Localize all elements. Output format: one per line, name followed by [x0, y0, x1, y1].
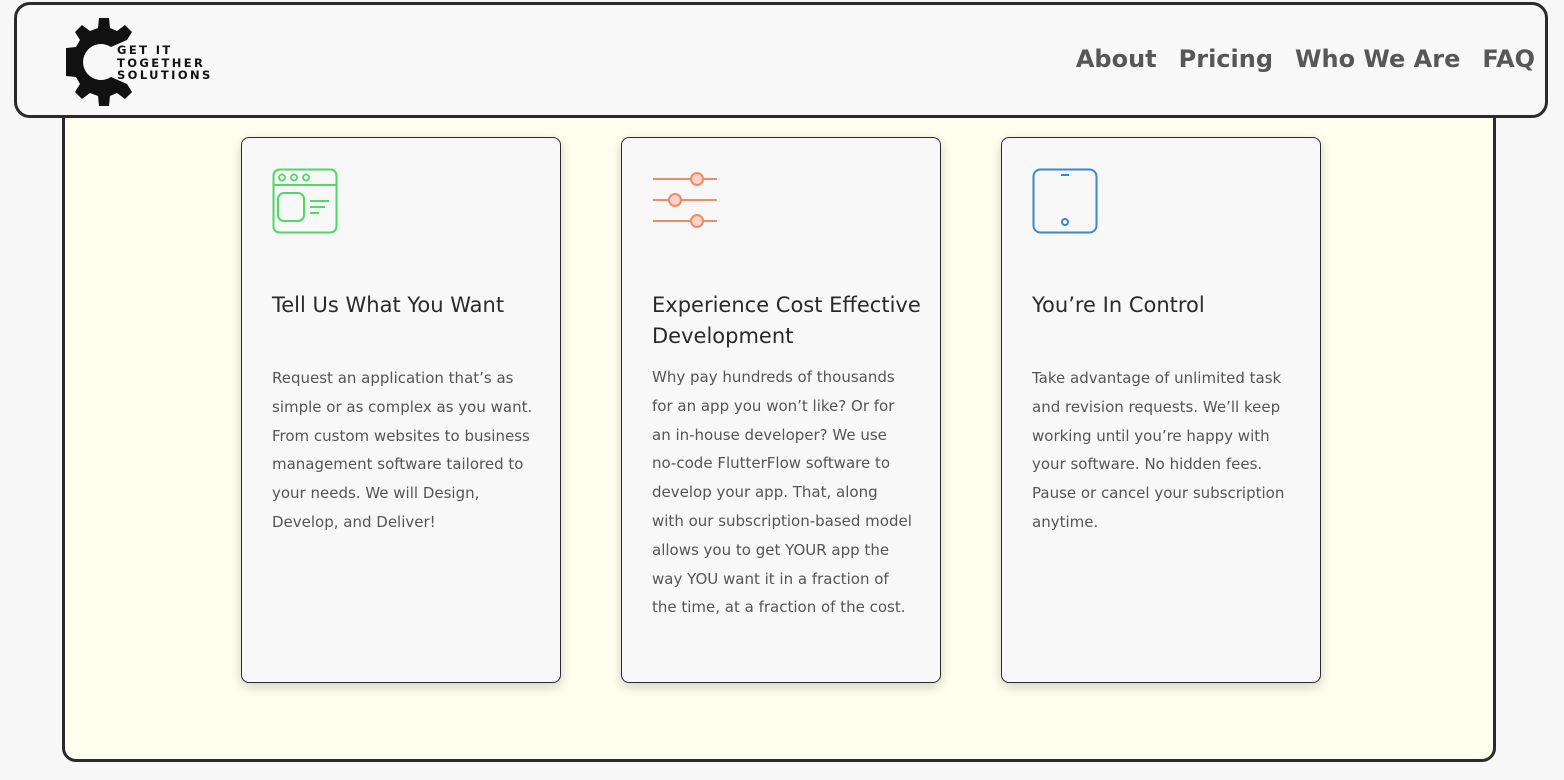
- nav-link-about[interactable]: About: [1076, 45, 1157, 73]
- logo-line: GET IT: [117, 43, 173, 57]
- main-nav: About Pricing Who We Are FAQ: [1076, 45, 1535, 73]
- feature-card-cost: Experience Cost Effective Development Wh…: [621, 137, 941, 683]
- logo-line: SOLUTIONS: [117, 68, 213, 82]
- card-description: Why pay hundreds of thousands for an app…: [652, 368, 912, 617]
- brand-wordmark: GET IT TOGETHER SOLUTIONS: [117, 44, 213, 82]
- card-title: You’re In Control: [1032, 293, 1205, 317]
- browser-window-icon: [272, 168, 338, 234]
- card-description: Take advantage of unlimited task and rev…: [1032, 369, 1285, 531]
- site-header: GET IT TOGETHER SOLUTIONS About Pricing …: [14, 2, 1548, 118]
- nav-link-pricing[interactable]: Pricing: [1179, 45, 1273, 73]
- card-title: Tell Us What You Want: [272, 293, 505, 317]
- card-description: Request an application that’s as simple …: [272, 369, 533, 531]
- tablet-icon: [1032, 168, 1098, 234]
- sliders-icon: [653, 172, 717, 228]
- feature-card-request: Tell Us What You Want Request an applica…: [241, 137, 561, 683]
- feature-card-control: You’re In Control Take advantage of unli…: [1001, 137, 1321, 683]
- card-title: Experience Cost Effective Development: [652, 293, 921, 348]
- brand-logo[interactable]: GET IT TOGETHER SOLUTIONS: [59, 17, 249, 107]
- nav-link-who-we-are[interactable]: Who We Are: [1295, 45, 1460, 73]
- nav-link-faq[interactable]: FAQ: [1482, 45, 1535, 73]
- page: GET IT TOGETHER SOLUTIONS About Pricing …: [0, 0, 1564, 780]
